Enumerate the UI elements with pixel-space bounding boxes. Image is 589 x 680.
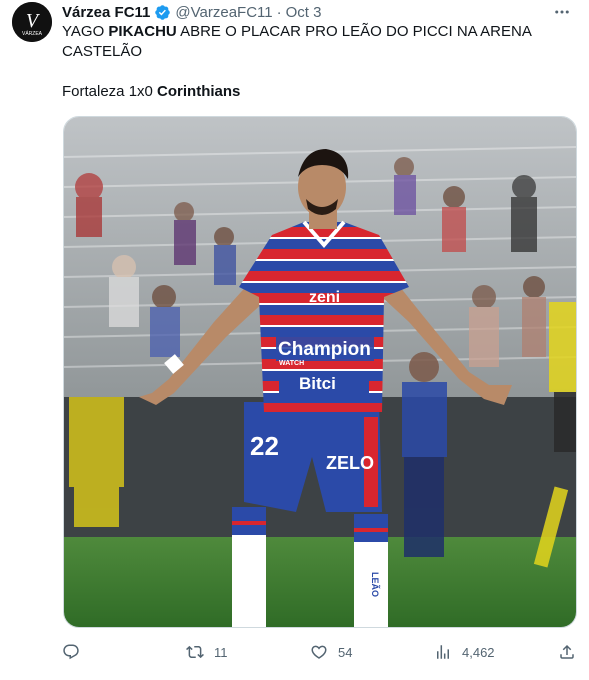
shirt-sponsor-top: zeni: [309, 289, 340, 306]
tweet-image[interactable]: LEÃO 22 ZELO Champion WATCH Bitci zeni: [63, 116, 577, 628]
tweet-timestamp[interactable]: Oct 3: [286, 4, 322, 21]
share-icon: [560, 644, 574, 659]
shirt-sponsor-bottom: Bitci: [299, 374, 336, 393]
sock-text: LEÃO: [370, 572, 380, 597]
shorts-brand: ZELO: [326, 453, 374, 473]
like-button[interactable]: 54: [310, 640, 352, 664]
views-chart-icon: [437, 645, 449, 659]
more-options-button[interactable]: [549, 2, 575, 22]
avatar[interactable]: V VÁRZEA: [12, 2, 52, 42]
pitch: [64, 537, 576, 627]
retweet-button[interactable]: 11: [186, 640, 228, 664]
shirt-sponsor-sub: WATCH: [279, 360, 304, 367]
like-count: 54: [338, 644, 353, 660]
heart-icon: [311, 645, 327, 659]
separator-dot: ·: [276, 3, 282, 21]
retweet-count: 11: [214, 644, 228, 660]
tweet-headline: YAGO PIKACHU ABRE O PLACAR PRO LEÃO DO P…: [62, 22, 532, 62]
share-button[interactable]: [558, 640, 576, 664]
tweet-header: Várzea FC11 @VarzeaFC11 · Oct 3: [62, 2, 321, 22]
author-handle[interactable]: @VarzeaFC11: [175, 4, 272, 21]
substitute-player: [69, 397, 124, 527]
reply-button[interactable]: [62, 640, 90, 664]
score-pre: Fortaleza 1x0: [62, 83, 158, 100]
tweet-score: Fortaleza 1x0 Corinthians: [62, 82, 532, 102]
verified-badge-icon: [154, 4, 171, 21]
shorts-number: 22: [250, 431, 279, 461]
headline-bold: PIKACHU: [108, 23, 177, 40]
tweet-actions: 11 54 4,462: [62, 640, 582, 664]
author-name[interactable]: Várzea FC11: [62, 4, 150, 21]
shirt-sponsor-main: Champion: [278, 339, 371, 360]
views-button[interactable]: 4,462: [434, 640, 495, 664]
reply-icon: [63, 644, 79, 660]
views-count: 4,462: [462, 644, 495, 660]
score-team: Corinthians: [157, 83, 241, 100]
more-dots-icon: [555, 10, 569, 14]
tweet-text: YAGO PIKACHU ABRE O PLACAR PRO LEÃO DO P…: [62, 22, 532, 102]
retweet-icon: [186, 645, 204, 659]
staff-member: [402, 352, 447, 557]
headline-pre: YAGO: [62, 23, 109, 40]
avatar-logo-subtext: VÁRZEA: [22, 30, 43, 37]
